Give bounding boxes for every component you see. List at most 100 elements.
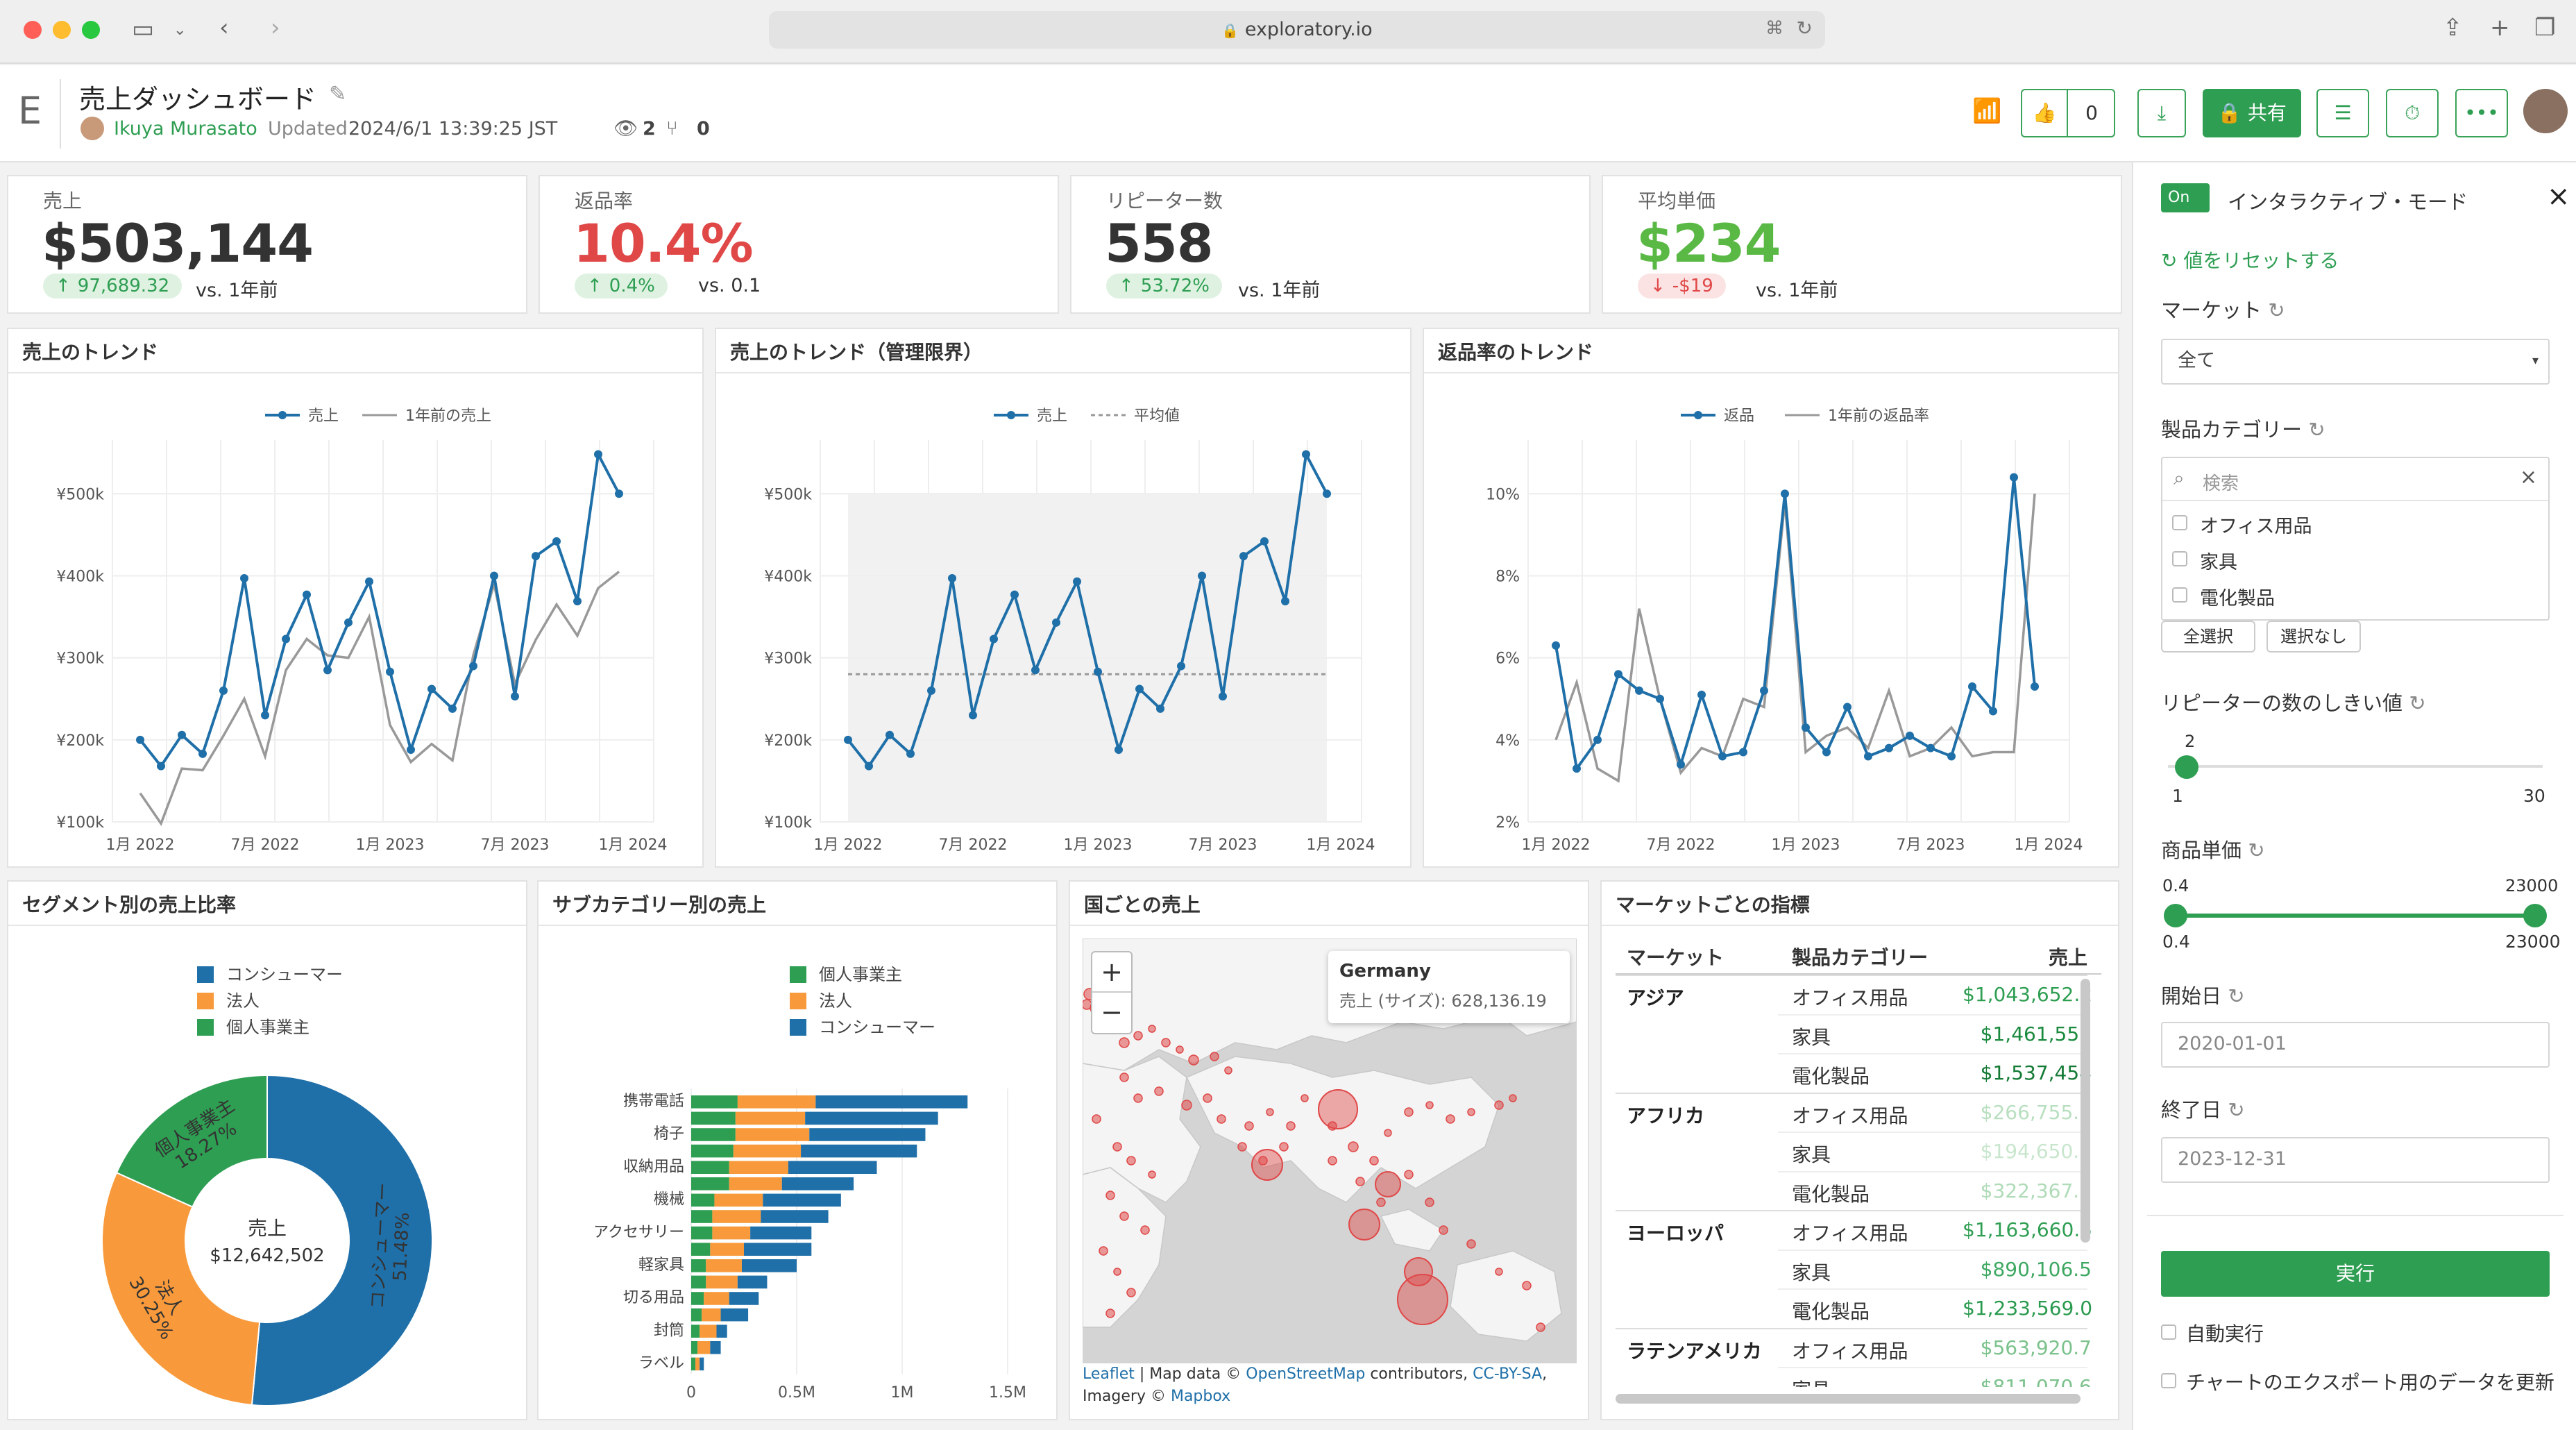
clear-search-icon[interactable]: × xyxy=(2520,465,2537,489)
cell-sales: $811,070.6 xyxy=(1980,1375,2092,1387)
refresh-icon[interactable]: ↻ xyxy=(2228,984,2244,1008)
forward-icon[interactable]: › xyxy=(271,14,280,42)
data-point xyxy=(1323,489,1331,498)
address-bar[interactable]: 🔒 exploratory.io ⌘ ↻ xyxy=(769,11,1825,49)
table-row[interactable]: アジア オフィス用品 $1,043,652.2 xyxy=(1616,975,2092,1014)
auto-run-checkbox[interactable] xyxy=(2161,1324,2176,1340)
category-checkbox[interactable] xyxy=(2172,587,2187,603)
schedule-button[interactable]: ⏱ xyxy=(2386,89,2439,137)
table-row[interactable]: 家具 $811,070.6 xyxy=(1616,1367,2092,1387)
tabs-overview-icon[interactable]: ❐ xyxy=(2534,14,2555,42)
x-tick-label: 1月 2022 xyxy=(814,836,883,854)
vertical-scrollbar[interactable] xyxy=(2081,979,2090,1243)
table-row[interactable]: 家具 $890,106.5 xyxy=(1616,1249,2092,1289)
refresh-icon[interactable]: ↻ xyxy=(2228,1098,2244,1122)
refresh-icon[interactable]: ↻ xyxy=(2268,298,2285,322)
market-select[interactable]: 全て ▾ xyxy=(2161,339,2550,385)
close-icon[interactable]: × xyxy=(2547,180,2570,212)
mapbox-link[interactable]: Mapbox xyxy=(1171,1388,1230,1405)
edit-title-icon[interactable]: ✎ xyxy=(329,82,346,106)
row-rule xyxy=(1778,1288,2087,1290)
price-high-value: 23000 xyxy=(2505,876,2559,895)
table-row[interactable]: 電化製品 $322,367.0 xyxy=(1616,1170,2092,1211)
select-none-button[interactable]: 選択なし xyxy=(2266,621,2361,653)
leaflet-link[interactable]: Leaflet xyxy=(1083,1365,1135,1383)
bar-segment xyxy=(702,1308,721,1322)
category-option[interactable]: 電化製品 xyxy=(2172,580,2533,611)
more-button[interactable]: ••• xyxy=(2455,89,2508,137)
kpi-delta: 53.72% xyxy=(1140,276,1210,296)
share-button[interactable]: 🔒 共有 xyxy=(2203,89,2301,137)
reset-values-link[interactable]: ↻ 値をリセットする xyxy=(2161,246,2339,274)
chevron-down-icon[interactable]: ⌄ xyxy=(173,17,186,44)
repeater-slider-track[interactable] xyxy=(2168,765,2543,768)
refresh-icon[interactable]: ↻ xyxy=(2308,418,2325,441)
reload-icon[interactable]: ↻ xyxy=(1797,17,1813,40)
filters-button[interactable]: ☰ xyxy=(2316,89,2369,137)
back-icon[interactable]: ‹ xyxy=(219,14,229,42)
col-header-sales[interactable]: 売上 xyxy=(2049,943,2087,970)
category-checkbox[interactable] xyxy=(2172,551,2187,566)
x-tick-label: 0 xyxy=(686,1384,696,1402)
auto-run-label: 自動実行 xyxy=(2186,1322,2264,1345)
horizontal-scrollbar[interactable] xyxy=(1616,1394,2081,1404)
zoom-in-button[interactable]: + xyxy=(1092,952,1131,993)
refresh-icon[interactable]: ↻ xyxy=(2409,691,2425,715)
country-bubble xyxy=(1133,1093,1143,1103)
table-row[interactable]: 家具 $194,650.0 xyxy=(1616,1132,2092,1171)
data-point xyxy=(1760,686,1768,695)
y-tick-label: 椅子 xyxy=(654,1125,684,1143)
zoom-out-button[interactable]: − xyxy=(1092,993,1131,1033)
arrow-up-icon: ↑ xyxy=(1119,276,1134,296)
minimize-window-button[interactable] xyxy=(53,21,71,39)
zoom-window-button[interactable] xyxy=(82,21,100,39)
like-button[interactable]: 👍 0 xyxy=(2021,89,2115,137)
price-slider-track[interactable] xyxy=(2175,914,2529,918)
col-header-market[interactable]: マーケット xyxy=(1627,943,1724,970)
export-data-checkbox[interactable] xyxy=(2161,1373,2176,1388)
table-row[interactable]: ラテンアメリカ オフィス用品 $563,920.7 xyxy=(1616,1327,2092,1368)
kpi-delta: -$19 xyxy=(1672,276,1713,296)
app-logo[interactable]: E xyxy=(18,89,42,133)
search-input[interactable]: 検索 xyxy=(2203,469,2239,495)
interactive-mode-toggle[interactable]: On xyxy=(2161,183,2210,212)
y-tick-label: ¥200k xyxy=(56,732,104,750)
translate-icon[interactable]: ⌘ xyxy=(1765,18,1783,39)
table-row[interactable]: 家具 $1,461,551 xyxy=(1616,1013,2092,1054)
table-row[interactable]: 電化製品 $1,233,569.0 xyxy=(1616,1288,2092,1328)
run-button[interactable]: 実行 xyxy=(2161,1251,2550,1297)
select-all-button[interactable]: 全選択 xyxy=(2161,621,2255,653)
table-row[interactable]: ヨーロッパ オフィス用品 $1,163,660.5 xyxy=(1616,1210,2092,1250)
table-row[interactable]: アフリカ オフィス用品 $266,755.5 xyxy=(1616,1092,2092,1132)
account-avatar[interactable] xyxy=(2523,89,2568,133)
fork-icon: ⑂ xyxy=(666,117,678,140)
close-window-button[interactable] xyxy=(24,21,42,39)
price-slider-high-handle[interactable] xyxy=(2523,904,2547,927)
start-date-input[interactable]: 2020-01-01 xyxy=(2161,1022,2550,1068)
pie-slice xyxy=(101,1172,261,1406)
license-link[interactable]: CC-BY-SA xyxy=(1473,1365,1542,1383)
new-tab-icon[interactable]: + xyxy=(2490,14,2510,42)
price-slider-low-handle[interactable] xyxy=(2164,904,2187,927)
table-row[interactable]: 電化製品 $1,537,454 xyxy=(1616,1053,2092,1093)
download-button[interactable]: ⤓ xyxy=(2137,89,2186,137)
y-tick-label: 機械 xyxy=(654,1191,684,1209)
refresh-icon[interactable]: ↻ xyxy=(2248,839,2264,862)
sidebar-toggle-icon[interactable]: ▭ xyxy=(132,15,154,43)
country-bubble xyxy=(1203,1093,1212,1103)
end-date-input[interactable]: 2023-12-31 xyxy=(2161,1137,2550,1183)
category-search[interactable]: ⌕ 検索 × xyxy=(2162,458,2548,501)
share-icon[interactable]: ⇪ xyxy=(2443,14,2463,42)
wifi-icon[interactable]: 📶 xyxy=(1972,97,2001,125)
country-bubble xyxy=(1126,1288,1136,1297)
category-option[interactable]: 家具 xyxy=(2172,544,2533,575)
category-checkbox[interactable] xyxy=(2172,515,2187,530)
category-option[interactable]: オフィス用品 xyxy=(2172,508,2533,539)
col-header-category[interactable]: 製品カテゴリー xyxy=(1792,943,1928,970)
arrow-up-icon: ↑ xyxy=(587,276,602,296)
osm-link[interactable]: OpenStreetMap xyxy=(1246,1365,1365,1383)
bar-segment xyxy=(700,1324,717,1338)
repeater-slider-handle[interactable] xyxy=(2175,755,2198,779)
author-link[interactable]: Ikuya Murasato xyxy=(114,118,257,140)
bar-segment xyxy=(716,1324,727,1338)
